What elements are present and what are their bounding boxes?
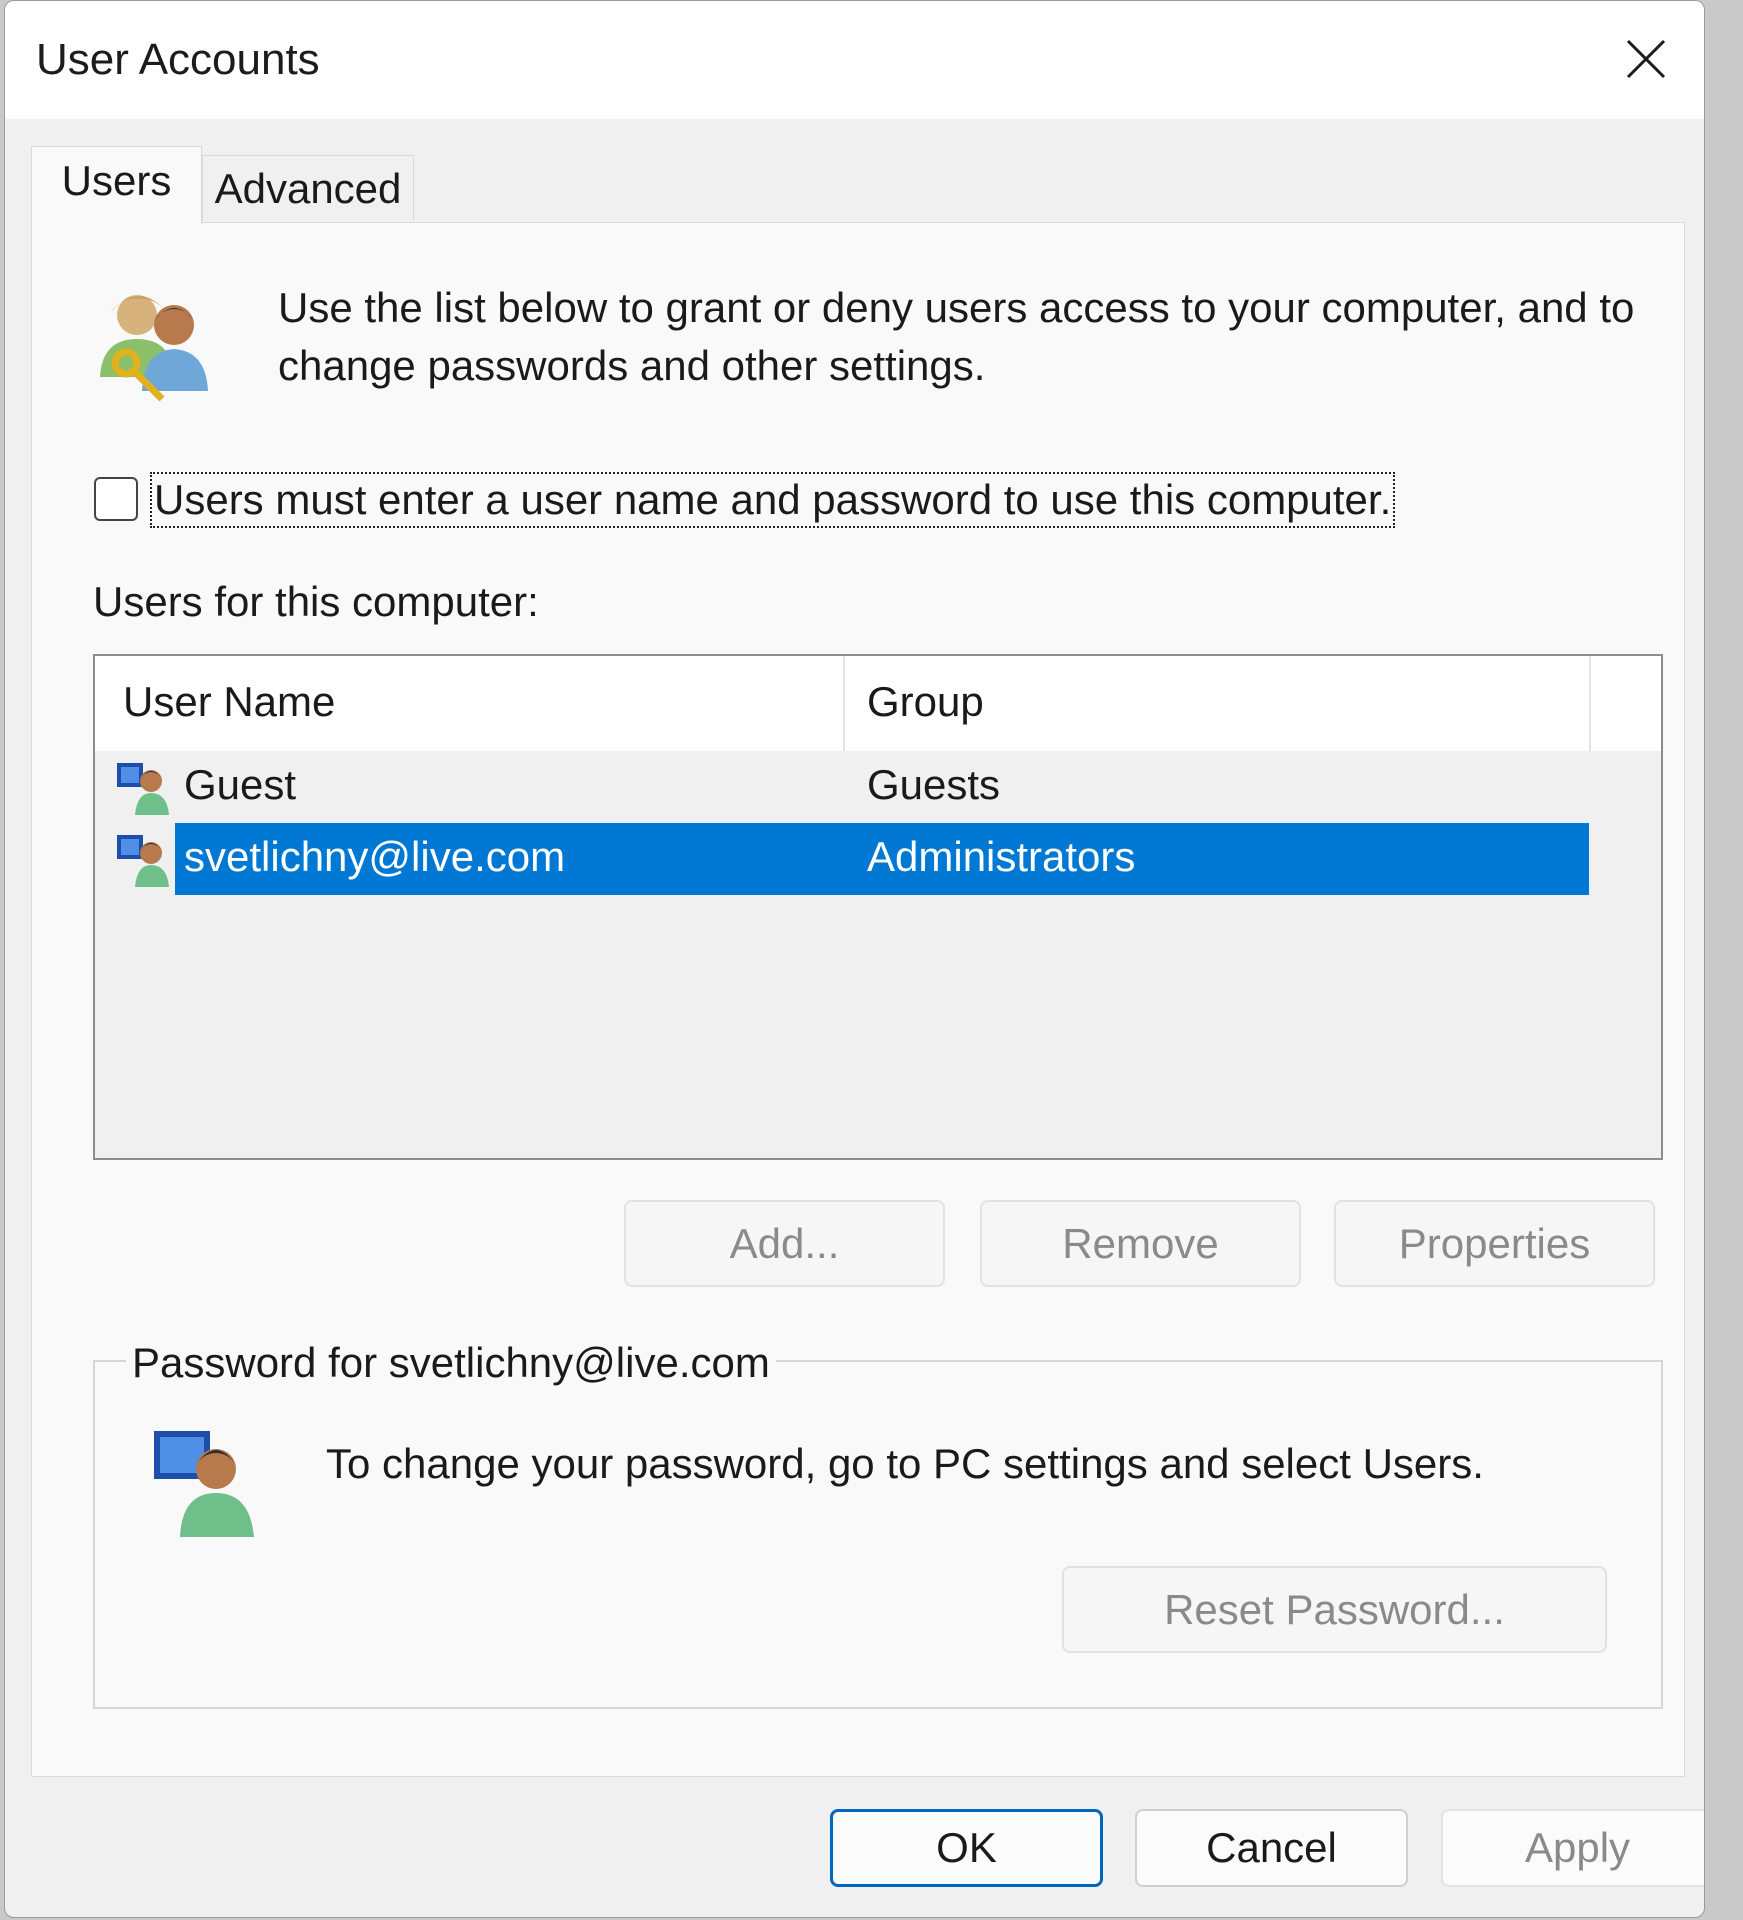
intro-text: Use the list below to grant or deny user… [278, 284, 1635, 389]
column-header-user-name[interactable]: User Name [123, 678, 335, 726]
properties-button[interactable]: Properties [1334, 1200, 1655, 1287]
reset-password-button[interactable]: Reset Password... [1062, 1566, 1607, 1653]
password-group-legend: Password for svetlichny@live.com [126, 1339, 776, 1387]
user-computer-icon [117, 835, 169, 887]
password-groupbox [93, 1360, 1663, 1709]
tab-users[interactable]: Users [31, 146, 202, 224]
user-computer-icon [154, 1431, 254, 1537]
tab-advanced-label: Advanced [214, 164, 402, 212]
users-list[interactable]: User Name Group Guest Guests svetlichny@… [93, 654, 1663, 1160]
add-button[interactable]: Add... [624, 1200, 945, 1287]
group-cell: Administrators [867, 833, 1136, 880]
close-icon [1626, 39, 1666, 79]
window-title: User Accounts [36, 35, 320, 84]
users-list-label: Users for this computer: [93, 578, 539, 625]
users-key-icon [100, 295, 208, 401]
title-bar: User Accounts [5, 1, 1704, 119]
table-row[interactable]: svetlichny@live.com Administrators [95, 823, 1661, 895]
users-tab-panel: Use the list below to grant or deny user… [31, 222, 1685, 1777]
cancel-button[interactable]: Cancel [1135, 1809, 1408, 1887]
password-message: To change your password, go to PC settin… [326, 1440, 1484, 1487]
apply-button[interactable]: Apply [1441, 1809, 1704, 1887]
column-divider[interactable] [1589, 656, 1591, 751]
tab-advanced[interactable]: Advanced [202, 155, 414, 221]
ok-button[interactable]: OK [830, 1809, 1103, 1887]
group-cell: Guests [867, 761, 1001, 808]
column-header-group[interactable]: Group [867, 678, 984, 726]
user-computer-icon [117, 763, 169, 815]
user-accounts-dialog: User Accounts Users Advanced Use the lis… [4, 0, 1705, 1918]
close-button[interactable] [1588, 1, 1704, 117]
user-name-cell: svetlichny@live.com [184, 833, 566, 880]
table-row[interactable]: Guest Guests [95, 751, 1661, 823]
require-login-label[interactable]: Users must enter a user name and passwor… [150, 472, 1396, 528]
tab-users-label: Users [61, 156, 172, 204]
user-name-cell: Guest [184, 761, 297, 808]
require-login-checkbox[interactable] [94, 477, 138, 521]
column-divider[interactable] [843, 656, 845, 751]
remove-button[interactable]: Remove [980, 1200, 1301, 1287]
list-header: User Name Group [95, 656, 1661, 751]
